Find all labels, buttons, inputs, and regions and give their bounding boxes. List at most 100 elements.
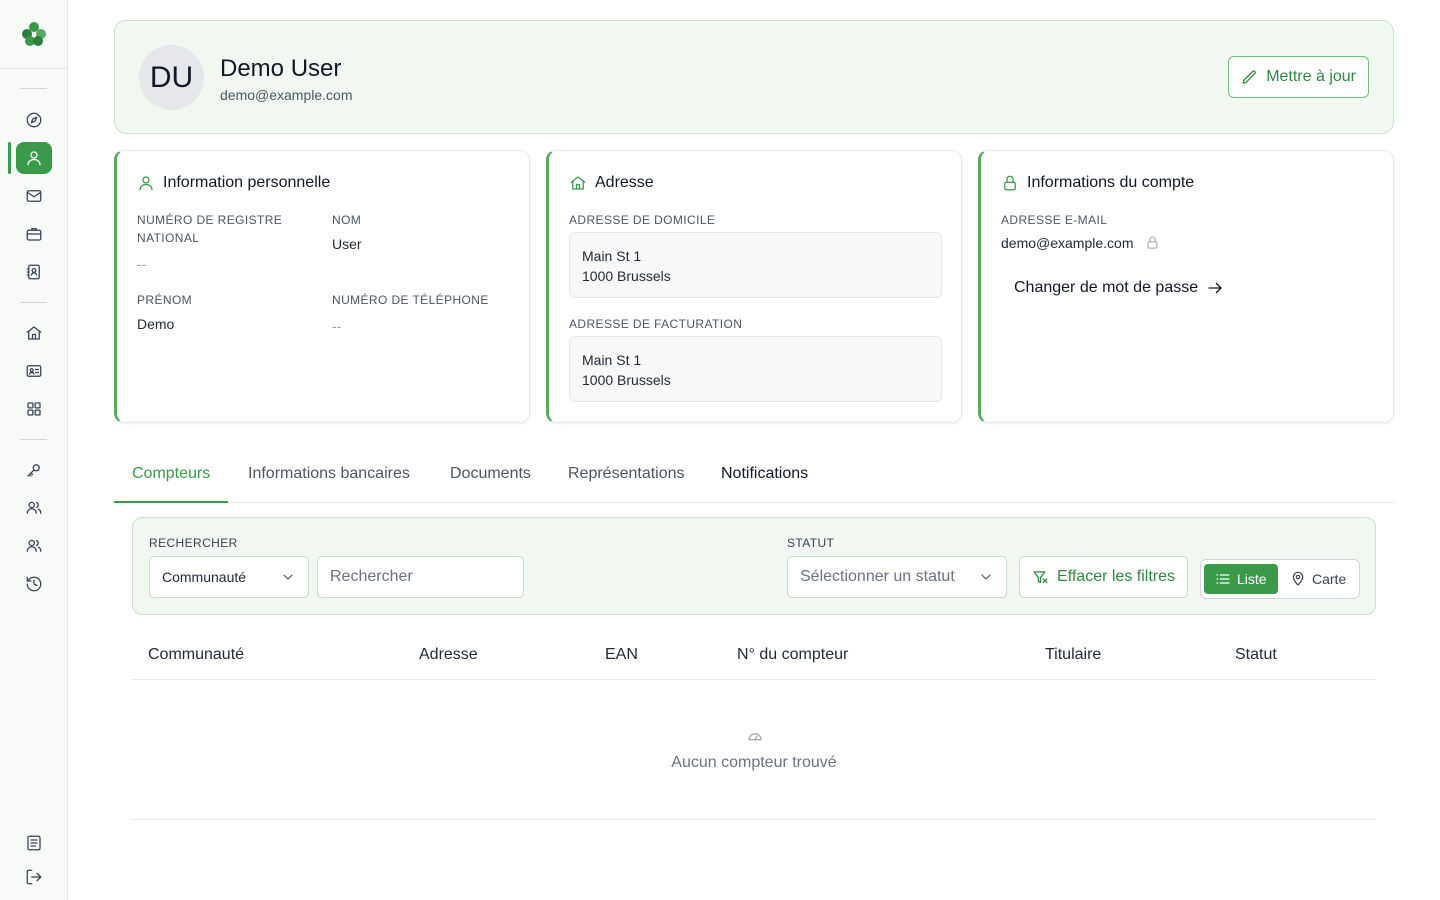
arrow-right-icon [1208, 282, 1222, 294]
column-header-community[interactable]: Communauté [148, 646, 244, 664]
first-name-label: Prénom [137, 293, 193, 307]
history-icon [26, 576, 42, 592]
column-header-meter-number[interactable]: N° du compteur [737, 646, 848, 664]
sidebar-item-briefcase[interactable] [16, 218, 52, 250]
email-label: Adresse e-mail [1001, 213, 1108, 227]
search-label: Rechercher [149, 536, 238, 550]
meters-table: Communauté Adresse EAN N° du compteur Ti… [132, 631, 1376, 820]
grid-icon [27, 402, 41, 416]
sidebar-item-grid[interactable] [16, 393, 52, 425]
last-name-label: Nom [332, 213, 362, 227]
card-title: Information personnelle [137, 174, 330, 192]
tab-notifications[interactable]: Notifications [703, 452, 826, 503]
update-button[interactable]: Mettre à jour [1228, 56, 1369, 98]
user-icon [27, 151, 41, 166]
contact-book-icon [26, 264, 40, 280]
logo-icon[interactable] [19, 19, 49, 49]
home-address-box: Main St 1 1000 Brussels [569, 232, 942, 298]
change-password-link[interactable]: Changer de mot de passe [1014, 279, 1224, 297]
view-list-button[interactable]: Liste [1204, 564, 1278, 594]
card-title-text: Information personnelle [163, 174, 331, 191]
column-header-status[interactable]: Statut [1235, 646, 1277, 664]
home-address-line1: Main St 1 [582, 248, 642, 264]
sidebar-item-history[interactable] [16, 568, 52, 600]
active-indicator [8, 142, 11, 174]
logout-icon [26, 869, 42, 885]
billing-address-line1: Main St 1 [582, 352, 642, 368]
search-field-select[interactable]: Communauté [149, 556, 309, 598]
home-address-line2: 1000 Brussels [582, 268, 671, 284]
sidebar-item-home[interactable] [16, 317, 52, 349]
column-header-holder[interactable]: Titulaire [1045, 646, 1101, 664]
card-title-text: Informations du compte [1027, 174, 1195, 191]
billing-address-line2: 1000 Brussels [582, 372, 671, 388]
id-card-icon [26, 365, 42, 377]
user-email: demo@example.com [220, 87, 353, 103]
status-select-placeholder: Sélectionner un statut [800, 568, 955, 585]
national-register-value: -- [137, 256, 147, 272]
billing-address-box: Main St 1 1000 Brussels [569, 336, 942, 402]
list-icon [1216, 574, 1230, 584]
email-value-row: demo@example.com [1001, 235, 1160, 253]
user-icon [139, 176, 153, 191]
lock-icon [1145, 235, 1160, 253]
view-map-label: Carte [1312, 571, 1347, 587]
card-title-text: Adresse [595, 174, 654, 191]
tab-bank-info[interactable]: Informations bancaires [230, 452, 428, 503]
app-root: DU Demo User demo@example.com Mettre à j… [0, 0, 1440, 900]
users-icon [26, 501, 42, 514]
sidebar-item-groups[interactable] [16, 530, 52, 562]
sidebar-item-keys[interactable] [16, 454, 52, 486]
filter-clear-icon [1033, 570, 1048, 583]
billing-address-label: Adresse de facturation [569, 317, 743, 331]
status-select[interactable]: Sélectionner un statut [787, 556, 1007, 598]
tab-documents[interactable]: Documents [432, 452, 549, 503]
table-header: Communauté Adresse EAN N° du compteur Ti… [132, 631, 1376, 680]
first-name-value: Demo [137, 316, 175, 332]
view-list-label: Liste [1237, 571, 1267, 587]
briefcase-icon [26, 228, 42, 241]
column-header-address[interactable]: Adresse [419, 646, 478, 664]
clear-filters-label: Effacer les filtres [1057, 568, 1175, 585]
avatar: DU [139, 45, 204, 110]
tab-meters[interactable]: Compteurs [114, 452, 229, 503]
sidebar-item-docs[interactable] [16, 827, 52, 859]
account-card: Informations du compte Adresse e-mail de… [978, 150, 1394, 423]
sidebar-item-profile[interactable] [16, 142, 52, 174]
document-icon [27, 835, 41, 851]
search-input[interactable] [317, 556, 524, 598]
sidebar-divider [20, 88, 47, 89]
tab-representations[interactable]: Représentations [550, 452, 703, 503]
column-header-ean[interactable]: EAN [605, 646, 638, 664]
gauge-icon [746, 727, 764, 745]
map-pin-icon [1292, 571, 1304, 586]
card-title: Adresse [569, 174, 654, 192]
view-map-button[interactable]: Carte [1279, 564, 1357, 594]
home-icon [570, 176, 586, 190]
empty-state: Aucun compteur trouvé [132, 680, 1376, 820]
phone-label: Numéro de téléphone [332, 293, 489, 307]
pencil-icon [1242, 69, 1257, 84]
lock-icon [1004, 175, 1016, 191]
status-label: Statut [787, 536, 835, 550]
sidebar-item-id-card[interactable] [16, 355, 52, 387]
home-icon [26, 326, 42, 340]
phone-value: -- [332, 318, 342, 334]
change-password-label: Changer de mot de passe [1014, 279, 1199, 296]
sidebar-item-contacts[interactable] [16, 256, 52, 288]
user-name: Demo User [220, 55, 342, 82]
sidebar-item-users[interactable] [16, 492, 52, 524]
national-register-label: Numéro de registre national [137, 213, 283, 245]
empty-state-text: Aucun compteur trouvé [671, 754, 837, 771]
email-value: demo@example.com [1001, 235, 1134, 251]
sidebar-divider [20, 439, 47, 440]
sidebar [0, 0, 68, 900]
clear-filters-button[interactable]: Effacer les filtres [1019, 556, 1188, 598]
sidebar-item-logout[interactable] [16, 861, 52, 893]
profile-header: DU Demo User demo@example.com Mettre à j… [114, 20, 1394, 134]
sidebar-item-messages[interactable] [16, 180, 52, 212]
sidebar-item-explore[interactable] [16, 104, 52, 136]
user-group-icon [26, 539, 42, 552]
update-button-label: Mettre à jour [1266, 68, 1356, 85]
search-field-value: Communauté [162, 569, 247, 585]
